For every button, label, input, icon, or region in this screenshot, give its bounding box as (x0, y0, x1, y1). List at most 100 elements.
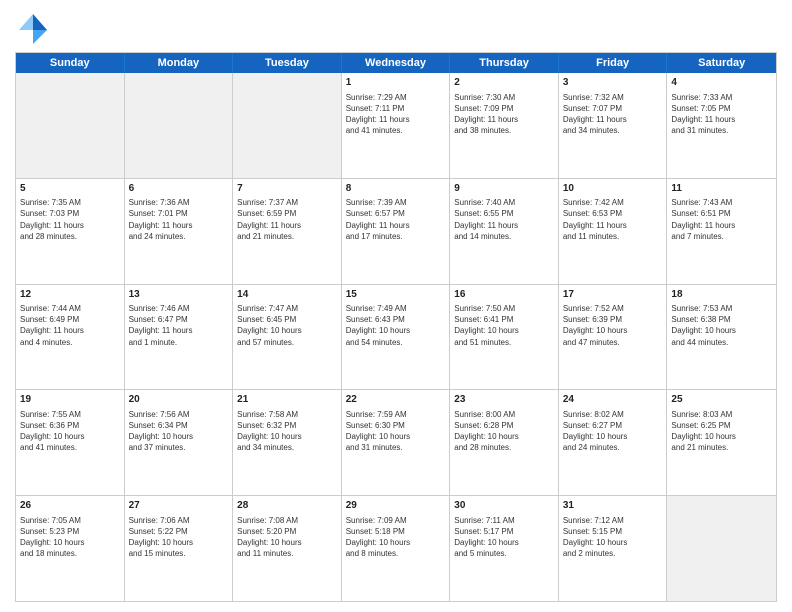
day-number: 18 (671, 288, 772, 302)
day-number: 5 (20, 182, 120, 196)
calendar-cell-6: 6Sunrise: 7:36 AM Sunset: 7:01 PM Daylig… (125, 179, 234, 284)
day-info: Sunrise: 7:47 AM Sunset: 6:45 PM Dayligh… (237, 303, 337, 348)
calendar-cell-7: 7Sunrise: 7:37 AM Sunset: 6:59 PM Daylig… (233, 179, 342, 284)
day-info: Sunrise: 7:39 AM Sunset: 6:57 PM Dayligh… (346, 197, 446, 242)
header (15, 10, 777, 46)
day-info: Sunrise: 7:06 AM Sunset: 5:22 PM Dayligh… (129, 515, 229, 560)
day-number: 6 (129, 182, 229, 196)
day-number: 29 (346, 499, 446, 513)
calendar-cell-26: 26 Sunrise: 7:05 AM Sunset: 5:23 PM Dayli… (16, 496, 125, 601)
day-number: 30 (454, 499, 554, 513)
day-number: 26 (20, 499, 120, 513)
calendar-cell-18: 18Sunrise: 7:53 AM Sunset: 6:38 PM Dayli… (667, 285, 776, 390)
day-number: 15 (346, 288, 446, 302)
calendar-cell-14: 14Sunrise: 7:47 AM Sunset: 6:45 PM Dayli… (233, 285, 342, 390)
calendar-cell-8: 8Sunrise: 7:39 AM Sunset: 6:57 PM Daylig… (342, 179, 451, 284)
day-number: 1 (346, 76, 446, 90)
day-number: 17 (563, 288, 663, 302)
calendar: SundayMondayTuesdayWednesdayThursdayFrid… (15, 52, 777, 602)
calendar-cell-empty-0-0 (16, 73, 125, 178)
calendar-cell-empty-0-1 (125, 73, 234, 178)
calendar-cell-1: 1 Sunrise: 7:29 AM Sunset: 7:11 PM Daylig… (342, 73, 451, 178)
header-day-saturday: Saturday (667, 53, 776, 73)
header-day-tuesday: Tuesday (233, 53, 342, 73)
calendar-row-0: 1 Sunrise: 7:29 AM Sunset: 7:11 PM Daylig… (16, 73, 776, 179)
calendar-cell-19: 19Sunrise: 7:55 AM Sunset: 6:36 PM Dayli… (16, 390, 125, 495)
day-number: 3 (563, 76, 663, 90)
day-number: 23 (454, 393, 554, 407)
calendar-cell-3: 3 Sunrise: 7:32 AM Sunset: 7:07 PM Daylig… (559, 73, 668, 178)
day-number: 21 (237, 393, 337, 407)
day-info: Sunrise: 7:49 AM Sunset: 6:43 PM Dayligh… (346, 303, 446, 348)
calendar-cell-9: 9Sunrise: 7:40 AM Sunset: 6:55 PM Daylig… (450, 179, 559, 284)
day-info: Sunrise: 7:29 AM Sunset: 7:11 PM Dayligh… (346, 92, 446, 137)
logo-icon (15, 10, 51, 46)
day-info: Sunrise: 7:58 AM Sunset: 6:32 PM Dayligh… (237, 409, 337, 454)
calendar-row-3: 19Sunrise: 7:55 AM Sunset: 6:36 PM Dayli… (16, 390, 776, 496)
calendar-cell-29: 29Sunrise: 7:09 AM Sunset: 5:18 PM Dayli… (342, 496, 451, 601)
day-info: Sunrise: 7:12 AM Sunset: 5:15 PM Dayligh… (563, 515, 663, 560)
calendar-cell-23: 23Sunrise: 8:00 AM Sunset: 6:28 PM Dayli… (450, 390, 559, 495)
day-number: 25 (671, 393, 772, 407)
calendar-cell-28: 28 Sunrise: 7:08 AM Sunset: 5:20 PM Dayli… (233, 496, 342, 601)
calendar-row-2: 12Sunrise: 7:44 AM Sunset: 6:49 PM Dayli… (16, 285, 776, 391)
calendar-row-4: 26 Sunrise: 7:05 AM Sunset: 5:23 PM Dayli… (16, 496, 776, 601)
calendar-header: SundayMondayTuesdayWednesdayThursdayFrid… (16, 53, 776, 73)
day-number: 10 (563, 182, 663, 196)
calendar-cell-2: 2 Sunrise: 7:30 AM Sunset: 7:09 PM Daylig… (450, 73, 559, 178)
day-info: Sunrise: 7:46 AM Sunset: 6:47 PM Dayligh… (129, 303, 229, 348)
day-number: 24 (563, 393, 663, 407)
day-info: Sunrise: 7:05 AM Sunset: 5:23 PM Dayligh… (20, 515, 120, 560)
header-day-thursday: Thursday (450, 53, 559, 73)
day-info: Sunrise: 7:32 AM Sunset: 7:07 PM Dayligh… (563, 92, 663, 137)
calendar-cell-31: 31 Sunrise: 7:12 AM Sunset: 5:15 PM Dayli… (559, 496, 668, 601)
calendar-cell-12: 12Sunrise: 7:44 AM Sunset: 6:49 PM Dayli… (16, 285, 125, 390)
day-info: Sunrise: 7:50 AM Sunset: 6:41 PM Dayligh… (454, 303, 554, 348)
day-number: 14 (237, 288, 337, 302)
day-info: Sunrise: 7:37 AM Sunset: 6:59 PM Dayligh… (237, 197, 337, 242)
calendar-cell-15: 15Sunrise: 7:49 AM Sunset: 6:43 PM Dayli… (342, 285, 451, 390)
header-day-wednesday: Wednesday (342, 53, 451, 73)
day-number: 22 (346, 393, 446, 407)
day-info: Sunrise: 7:33 AM Sunset: 7:05 PM Dayligh… (671, 92, 772, 137)
day-info: Sunrise: 7:30 AM Sunset: 7:09 PM Dayligh… (454, 92, 554, 137)
calendar-cell-20: 20Sunrise: 7:56 AM Sunset: 6:34 PM Dayli… (125, 390, 234, 495)
day-info: Sunrise: 7:52 AM Sunset: 6:39 PM Dayligh… (563, 303, 663, 348)
calendar-cell-24: 24Sunrise: 8:02 AM Sunset: 6:27 PM Dayli… (559, 390, 668, 495)
day-info: Sunrise: 7:56 AM Sunset: 6:34 PM Dayligh… (129, 409, 229, 454)
day-info: Sunrise: 7:59 AM Sunset: 6:30 PM Dayligh… (346, 409, 446, 454)
header-day-monday: Monday (125, 53, 234, 73)
calendar-cell-11: 11Sunrise: 7:43 AM Sunset: 6:51 PM Dayli… (667, 179, 776, 284)
day-number: 16 (454, 288, 554, 302)
calendar-cell-27: 27 Sunrise: 7:06 AM Sunset: 5:22 PM Dayli… (125, 496, 234, 601)
day-number: 31 (563, 499, 663, 513)
calendar-row-1: 5Sunrise: 7:35 AM Sunset: 7:03 PM Daylig… (16, 179, 776, 285)
calendar-cell-4: 4 Sunrise: 7:33 AM Sunset: 7:05 PM Daylig… (667, 73, 776, 178)
header-day-friday: Friday (559, 53, 668, 73)
calendar-cell-17: 17Sunrise: 7:52 AM Sunset: 6:39 PM Dayli… (559, 285, 668, 390)
day-info: Sunrise: 7:08 AM Sunset: 5:20 PM Dayligh… (237, 515, 337, 560)
calendar-cell-21: 21 Sunrise: 7:58 AM Sunset: 6:32 PM Dayli… (233, 390, 342, 495)
day-info: Sunrise: 7:42 AM Sunset: 6:53 PM Dayligh… (563, 197, 663, 242)
day-number: 28 (237, 499, 337, 513)
day-number: 27 (129, 499, 229, 513)
day-info: Sunrise: 7:55 AM Sunset: 6:36 PM Dayligh… (20, 409, 120, 454)
calendar-cell-25: 25 Sunrise: 8:03 AM Sunset: 6:25 PM Dayli… (667, 390, 776, 495)
page: SundayMondayTuesdayWednesdayThursdayFrid… (0, 0, 792, 612)
day-info: Sunrise: 7:43 AM Sunset: 6:51 PM Dayligh… (671, 197, 772, 242)
day-info: Sunrise: 7:44 AM Sunset: 6:49 PM Dayligh… (20, 303, 120, 348)
day-info: Sunrise: 7:36 AM Sunset: 7:01 PM Dayligh… (129, 197, 229, 242)
day-info: Sunrise: 7:11 AM Sunset: 5:17 PM Dayligh… (454, 515, 554, 560)
calendar-cell-22: 22 Sunrise: 7:59 AM Sunset: 6:30 PM Dayli… (342, 390, 451, 495)
day-info: Sunrise: 7:35 AM Sunset: 7:03 PM Dayligh… (20, 197, 120, 242)
calendar-cell-16: 16Sunrise: 7:50 AM Sunset: 6:41 PM Dayli… (450, 285, 559, 390)
day-number: 2 (454, 76, 554, 90)
calendar-cell-5: 5Sunrise: 7:35 AM Sunset: 7:03 PM Daylig… (16, 179, 125, 284)
day-number: 4 (671, 76, 772, 90)
calendar-cell-30: 30 Sunrise: 7:11 AM Sunset: 5:17 PM Dayli… (450, 496, 559, 601)
day-number: 7 (237, 182, 337, 196)
calendar-cell-13: 13Sunrise: 7:46 AM Sunset: 6:47 PM Dayli… (125, 285, 234, 390)
logo (15, 10, 55, 46)
calendar-cell-empty-0-2 (233, 73, 342, 178)
day-info: Sunrise: 8:03 AM Sunset: 6:25 PM Dayligh… (671, 409, 772, 454)
